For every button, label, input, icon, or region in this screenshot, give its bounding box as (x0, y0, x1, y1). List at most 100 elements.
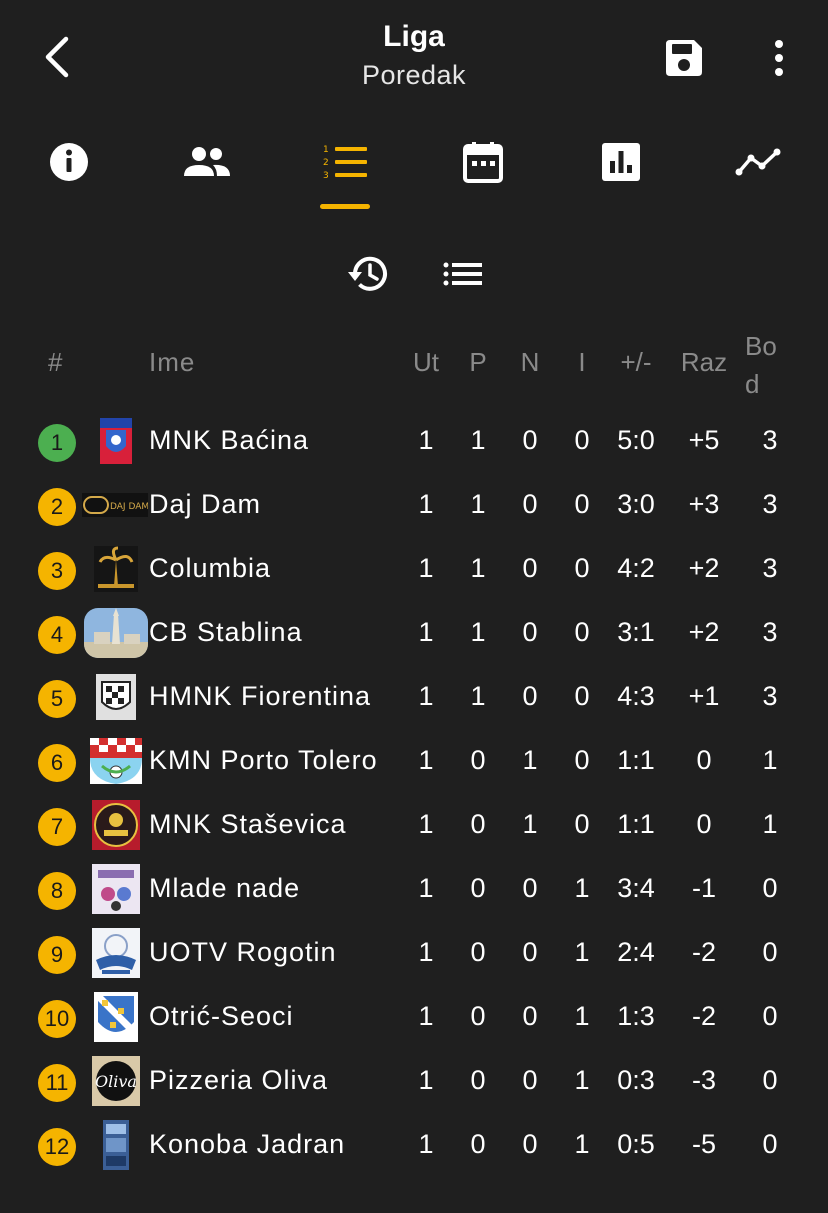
lost-value: 0 (574, 489, 590, 519)
svg-text:3: 3 (323, 171, 329, 181)
points-value: 3 (762, 425, 778, 455)
table-header: # Ime Ut P N I +/- Raz Bod (0, 325, 828, 400)
team-logo (88, 992, 144, 1042)
team-logo (88, 864, 144, 914)
team-name: Pizzeria Oliva (149, 1065, 329, 1095)
table-row[interactable]: 3 Columbia 1 1 0 0 4:2 +2 3 (0, 538, 828, 602)
col-lost-header: I (578, 347, 586, 377)
table-row[interactable]: 10 Otrić-Seoci 1 0 0 1 1:3 -2 0 (0, 986, 828, 1050)
people-icon (184, 147, 230, 176)
won-value: 0 (470, 745, 486, 775)
table-row[interactable]: 6 KMN Porto Tolero 1 0 1 0 1:1 0 1 (0, 730, 828, 794)
played-value: 1 (418, 553, 434, 583)
lost-value: 0 (574, 553, 590, 583)
rank-badge: 4 (38, 616, 76, 654)
points-value: 1 (762, 745, 778, 775)
diff-value: -3 (691, 1065, 716, 1095)
tab-standings[interactable]: 1 2 3 (310, 134, 380, 190)
team-name: MNK Staševica (149, 809, 347, 839)
lost-value: 1 (574, 873, 590, 903)
tab-info[interactable] (34, 134, 104, 190)
team-name: Mlade nade (149, 873, 301, 903)
played-value: 1 (418, 425, 434, 455)
table-row[interactable]: 8 Mlade nade 1 0 0 1 3:4 -1 0 (0, 858, 828, 922)
trend-line-icon (735, 148, 781, 176)
team-logo: Oliva (88, 1056, 144, 1106)
diff-value: +2 (688, 617, 720, 647)
won-value: 1 (470, 425, 486, 455)
rank-badge: 6 (38, 744, 76, 782)
points-value: 3 (762, 553, 778, 583)
points-value: 3 (762, 489, 778, 519)
diff-value: +3 (688, 489, 720, 519)
lost-value: 1 (574, 1001, 590, 1031)
lost-value: 1 (574, 937, 590, 967)
tab-statistics[interactable] (586, 134, 656, 190)
played-value: 1 (418, 745, 434, 775)
list-view-button[interactable] (438, 250, 488, 298)
lost-value: 0 (574, 681, 590, 711)
played-value: 1 (418, 937, 434, 967)
points-value: 3 (762, 617, 778, 647)
points-value: 0 (762, 873, 778, 903)
draw-value: 1 (522, 809, 538, 839)
logo-text: DAJ DAM (110, 502, 148, 512)
goals-value: 1:1 (617, 809, 655, 839)
team-name: KMN Porto Tolero (149, 745, 378, 775)
diff-value: 0 (696, 809, 712, 839)
diff-value: -1 (691, 873, 716, 903)
rank-badge: 9 (38, 936, 76, 974)
table-row[interactable]: 5 HMNK Fiorentina 1 1 0 0 4:3 +1 3 (0, 666, 828, 730)
table-row[interactable]: 9 UOTV Rogotin 1 0 0 1 2:4 -2 0 (0, 922, 828, 986)
tab-teams[interactable] (172, 134, 242, 190)
diff-value: +1 (688, 681, 720, 711)
team-logo (84, 608, 148, 658)
team-name: Daj Dam (149, 489, 262, 519)
team-name: MNK Baćina (149, 425, 310, 455)
tab-schedule[interactable] (448, 134, 518, 190)
team-name: Columbia (149, 553, 272, 583)
played-value: 1 (418, 809, 434, 839)
won-value: 1 (470, 681, 486, 711)
won-value: 0 (470, 873, 486, 903)
more-options-button[interactable] (764, 36, 794, 80)
table-row[interactable]: 1 MNK Baćina 1 1 0 0 5:0 +5 3 (0, 410, 828, 474)
goals-value: 0:3 (617, 1065, 655, 1095)
info-icon (50, 143, 88, 181)
col-goals-header: +/- (620, 347, 652, 377)
points-value: 0 (762, 937, 778, 967)
goals-value: 3:0 (617, 489, 655, 519)
played-value: 1 (418, 617, 434, 647)
lost-value: 0 (574, 809, 590, 839)
history-button[interactable] (342, 250, 392, 298)
diff-value: +5 (688, 425, 720, 455)
won-value: 0 (470, 1001, 486, 1031)
team-logo: DAJ DAM (82, 480, 148, 530)
lost-value: 1 (574, 1129, 590, 1159)
tab-trends[interactable] (724, 134, 794, 190)
table-row[interactable]: 12 Konoba Jadran 1 0 0 1 0:5 -5 0 (0, 1114, 828, 1178)
save-button[interactable] (662, 36, 706, 80)
history-icon (348, 256, 387, 291)
draw-value: 1 (522, 745, 538, 775)
team-name: HMNK Fiorentina (149, 681, 372, 711)
table-row[interactable]: 7 MNK Staševica 1 0 1 0 1:1 0 1 (0, 794, 828, 858)
rank-badge: 2 (38, 488, 76, 526)
diff-value: 0 (696, 745, 712, 775)
col-points-header: Bod (745, 331, 777, 399)
lost-value: 0 (574, 617, 590, 647)
goals-value: 0:5 (617, 1129, 655, 1159)
table-row[interactable]: 4 CB Stablina 1 1 0 0 3:1 +2 3 (0, 602, 828, 666)
draw-value: 0 (522, 425, 538, 455)
goals-value: 1:3 (617, 1001, 655, 1031)
table-row[interactable]: 11 Oliva Pizzeria Oliva 1 0 0 1 0:3 -3 0 (0, 1050, 828, 1114)
table-row[interactable]: 2 DAJ DAM Daj Dam 1 1 0 0 3:0 +3 3 (0, 474, 828, 538)
calendar-icon (463, 142, 503, 183)
goals-value: 3:4 (617, 873, 655, 903)
points-value: 0 (762, 1001, 778, 1031)
col-won-header: P (469, 347, 487, 377)
team-logo (88, 416, 144, 466)
won-value: 0 (470, 937, 486, 967)
team-logo (88, 672, 144, 722)
col-draw-header: N (520, 347, 540, 377)
